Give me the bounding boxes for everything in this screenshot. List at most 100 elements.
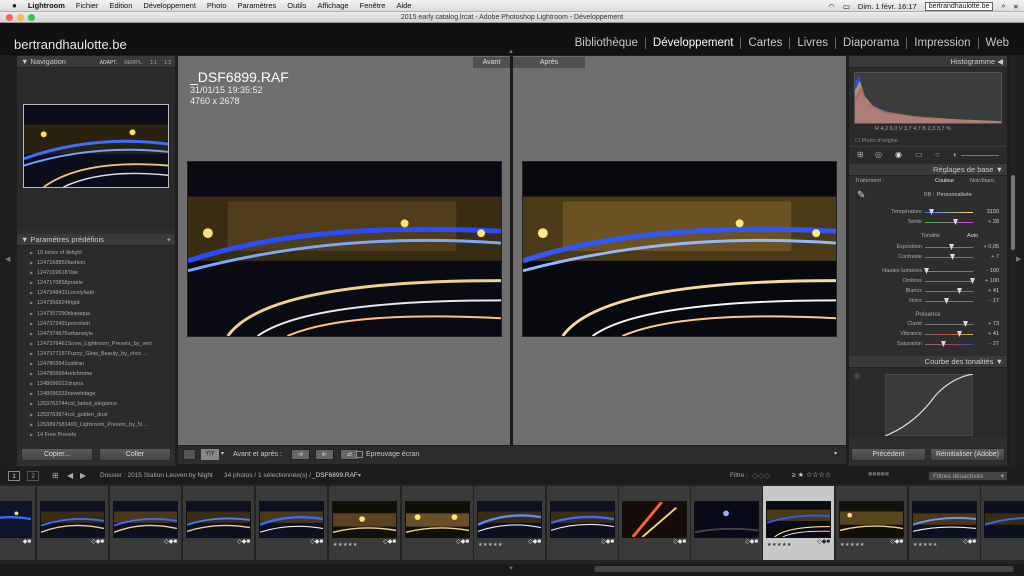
apple-menu-icon[interactable]: ● bbox=[12, 1, 17, 10]
menu-fenetre[interactable]: Fenêtre bbox=[360, 1, 386, 10]
wifi-icon[interactable]: ◠ bbox=[828, 2, 835, 11]
preset-item[interactable]: 1247377187Fuzzy_Glow_Beauty_by_shoc… bbox=[17, 349, 175, 359]
filmstrip-thumb[interactable] bbox=[981, 486, 1024, 560]
module-cartes[interactable]: Cartes bbox=[740, 37, 789, 49]
module-bibliotheque[interactable]: Bibliothèque bbox=[568, 37, 645, 49]
temperature-slider[interactable]: Température 3150 bbox=[849, 208, 1007, 218]
tonecurve-header[interactable]: Courbe des tonalités ▼ bbox=[849, 356, 1007, 368]
filmstrip-thumb[interactable]: ◇◆■ bbox=[619, 486, 690, 560]
collapse-triangle-icon[interactable]: ▼ bbox=[996, 165, 1003, 174]
preset-item[interactable]: 1247170858prairie bbox=[17, 278, 175, 288]
navigator-preview[interactable] bbox=[17, 68, 175, 230]
wb-preset-select[interactable]: Personnalisée bbox=[937, 192, 972, 198]
radial-filter-icon[interactable]: ○ bbox=[935, 150, 940, 159]
thumb-rating[interactable]: ★★★★★ bbox=[767, 542, 792, 548]
color-filter-swatches[interactable]: ■■■■■ bbox=[868, 471, 889, 478]
before-after-view-button[interactable]: Y|Y bbox=[201, 449, 219, 460]
preset-item[interactable]: 1248096333newvintage bbox=[17, 389, 175, 399]
clock[interactable]: Dim. 1 févr. 16:17 bbox=[858, 2, 917, 11]
exposure-value[interactable]: + 0,05 bbox=[984, 244, 999, 250]
filter-preset-select[interactable]: Filtres désactivés ▾ bbox=[928, 471, 1008, 481]
primary-window-button[interactable]: 1 bbox=[8, 471, 20, 481]
crop-tool-icon[interactable]: ⊞ bbox=[857, 150, 864, 159]
graduated-filter-icon[interactable]: ▭ bbox=[915, 150, 923, 159]
temperature-value[interactable]: 3150 bbox=[987, 209, 999, 215]
preset-item[interactable]: 1253897581499_Lightroom_Presets_by_N… bbox=[17, 420, 175, 430]
right-panel-scrollbar[interactable] bbox=[1010, 56, 1016, 466]
battery-icon[interactable]: ▭ bbox=[843, 2, 850, 11]
paste-settings-button[interactable]: Coller bbox=[99, 448, 171, 461]
clarity-slider[interactable]: Clarté + 73 bbox=[849, 320, 1007, 330]
preset-item[interactable]: 1248096012drama bbox=[17, 379, 175, 389]
basic-header[interactable]: Réglages de base ▼ bbox=[849, 164, 1007, 176]
preset-item[interactable]: 1253763874col_golden_dust bbox=[17, 410, 175, 420]
back-arrow-icon[interactable]: ◀ bbox=[67, 471, 73, 480]
filmstrip-thumb[interactable]: ◇◆■ bbox=[547, 486, 618, 560]
filename-dropdown-icon[interactable]: ▾ bbox=[358, 472, 361, 479]
collapse-triangle-icon[interactable]: ◀ bbox=[997, 57, 1003, 66]
after-view[interactable]: Après bbox=[513, 56, 846, 445]
module-developpement[interactable]: Développement bbox=[644, 37, 741, 49]
before-photo[interactable] bbox=[187, 161, 502, 337]
notification-icon[interactable]: ≡ bbox=[1014, 2, 1018, 11]
module-livres[interactable]: Livres bbox=[789, 37, 835, 49]
adjustment-brush-icon[interactable]: ◐ bbox=[953, 150, 958, 159]
copy-before-to-after-button[interactable]: ⇉ bbox=[291, 449, 310, 460]
reset-button[interactable]: Réinitialiser (Adobe) bbox=[930, 448, 1005, 461]
menu-outils[interactable]: Outils bbox=[287, 1, 306, 10]
vibrance-value[interactable]: + 41 bbox=[988, 331, 999, 337]
preset-item[interactable]: 1247374575urbanstyle bbox=[17, 329, 175, 339]
filmstrip-thumb[interactable]: ★★★★★ ◇◆■ bbox=[474, 486, 545, 560]
menu-affichage[interactable]: Affichage bbox=[317, 1, 348, 10]
preset-item[interactable]: 1247806564retchrome bbox=[17, 369, 175, 379]
preset-item[interactable]: 1247168850fashion bbox=[17, 258, 175, 268]
tonecurve-area[interactable]: ◎ bbox=[849, 368, 1007, 438]
filmstrip-thumb[interactable]: ◇◆■ bbox=[691, 486, 762, 560]
rating-filter[interactable]: ≥ ★ ☆☆☆☆ bbox=[792, 471, 831, 479]
menu-fichier[interactable]: Fichier bbox=[76, 1, 99, 10]
right-panel-scroll-thumb[interactable] bbox=[1011, 175, 1015, 250]
red-eye-tool-icon[interactable]: ◉ bbox=[895, 150, 902, 159]
menu-photo[interactable]: Photo bbox=[207, 1, 227, 10]
saturation-slider[interactable]: Saturation - 27 bbox=[849, 340, 1007, 350]
filmstrip-thumb[interactable]: ◇◆■ bbox=[256, 486, 327, 560]
menu-aide[interactable]: Aide bbox=[396, 1, 411, 10]
contrast-slider[interactable]: Contraste + 7 bbox=[849, 253, 1007, 263]
thumb-rating[interactable]: ★★★★★ bbox=[913, 542, 938, 548]
preset-item[interactable]: 10 tones of delight bbox=[17, 248, 175, 258]
auto-tone-button[interactable]: Auto bbox=[967, 233, 978, 239]
target-adjust-icon[interactable]: ◎ bbox=[854, 372, 860, 380]
secondary-window-button[interactable]: 2 bbox=[27, 471, 39, 481]
thumb-rating[interactable]: ★★★★★ bbox=[840, 542, 865, 548]
forward-arrow-icon[interactable]: ▶ bbox=[80, 471, 86, 480]
flag-filter-icons[interactable]: ◇◇◇ bbox=[752, 471, 770, 480]
folder-source[interactable]: Dossier : 2015 Station Leuven by Night bbox=[100, 472, 213, 479]
histogram-graph[interactable] bbox=[854, 72, 1002, 124]
collapse-triangle-icon[interactable]: ▼ bbox=[996, 357, 1003, 366]
filmstrip-thumb[interactable]: ◇◆■ bbox=[110, 486, 181, 560]
softproof-checkbox[interactable] bbox=[356, 451, 363, 458]
spotlight-icon[interactable]: ⌕ bbox=[1001, 1, 1005, 11]
collapse-triangle-icon[interactable]: ▼ bbox=[21, 57, 28, 66]
current-filename[interactable]: _DSF6899.RAF bbox=[312, 472, 358, 479]
copy-settings-button[interactable]: Copier... bbox=[21, 448, 93, 461]
treatment-bw-button[interactable]: Noir/blanc bbox=[970, 178, 995, 184]
tint-value[interactable]: + 28 bbox=[988, 219, 999, 225]
loupe-view-icon[interactable] bbox=[183, 449, 196, 460]
menu-developpement[interactable]: Développement bbox=[143, 1, 196, 10]
preset-item[interactable]: 1253762744col_faded_elegance bbox=[17, 399, 175, 409]
presets-header[interactable]: ▼ Paramètres prédéfinis + bbox=[17, 234, 175, 246]
right-panel-toggle-icon[interactable]: ▶ bbox=[1016, 255, 1021, 263]
close-window-button[interactable] bbox=[6, 14, 13, 21]
filmstrip-thumb[interactable]: ◆■ bbox=[0, 486, 35, 560]
filmstrip-thumb[interactable]: ◇◆■ bbox=[402, 486, 473, 560]
previous-settings-button[interactable]: Précédent bbox=[851, 448, 926, 461]
module-diaporama[interactable]: Diaporama bbox=[835, 37, 906, 49]
toolbar-menu-icon[interactable]: ▾ bbox=[834, 450, 837, 457]
zoom-fit[interactable]: ADAPT. bbox=[100, 60, 118, 66]
module-impression[interactable]: Impression bbox=[906, 37, 977, 49]
view-mode-dropdown-icon[interactable]: ▾ bbox=[221, 450, 224, 457]
collapse-triangle-icon[interactable]: ▼ bbox=[21, 235, 28, 244]
preset-item[interactable]: 1247169618Tide bbox=[17, 268, 175, 278]
whites-value[interactable]: + 41 bbox=[988, 288, 999, 294]
